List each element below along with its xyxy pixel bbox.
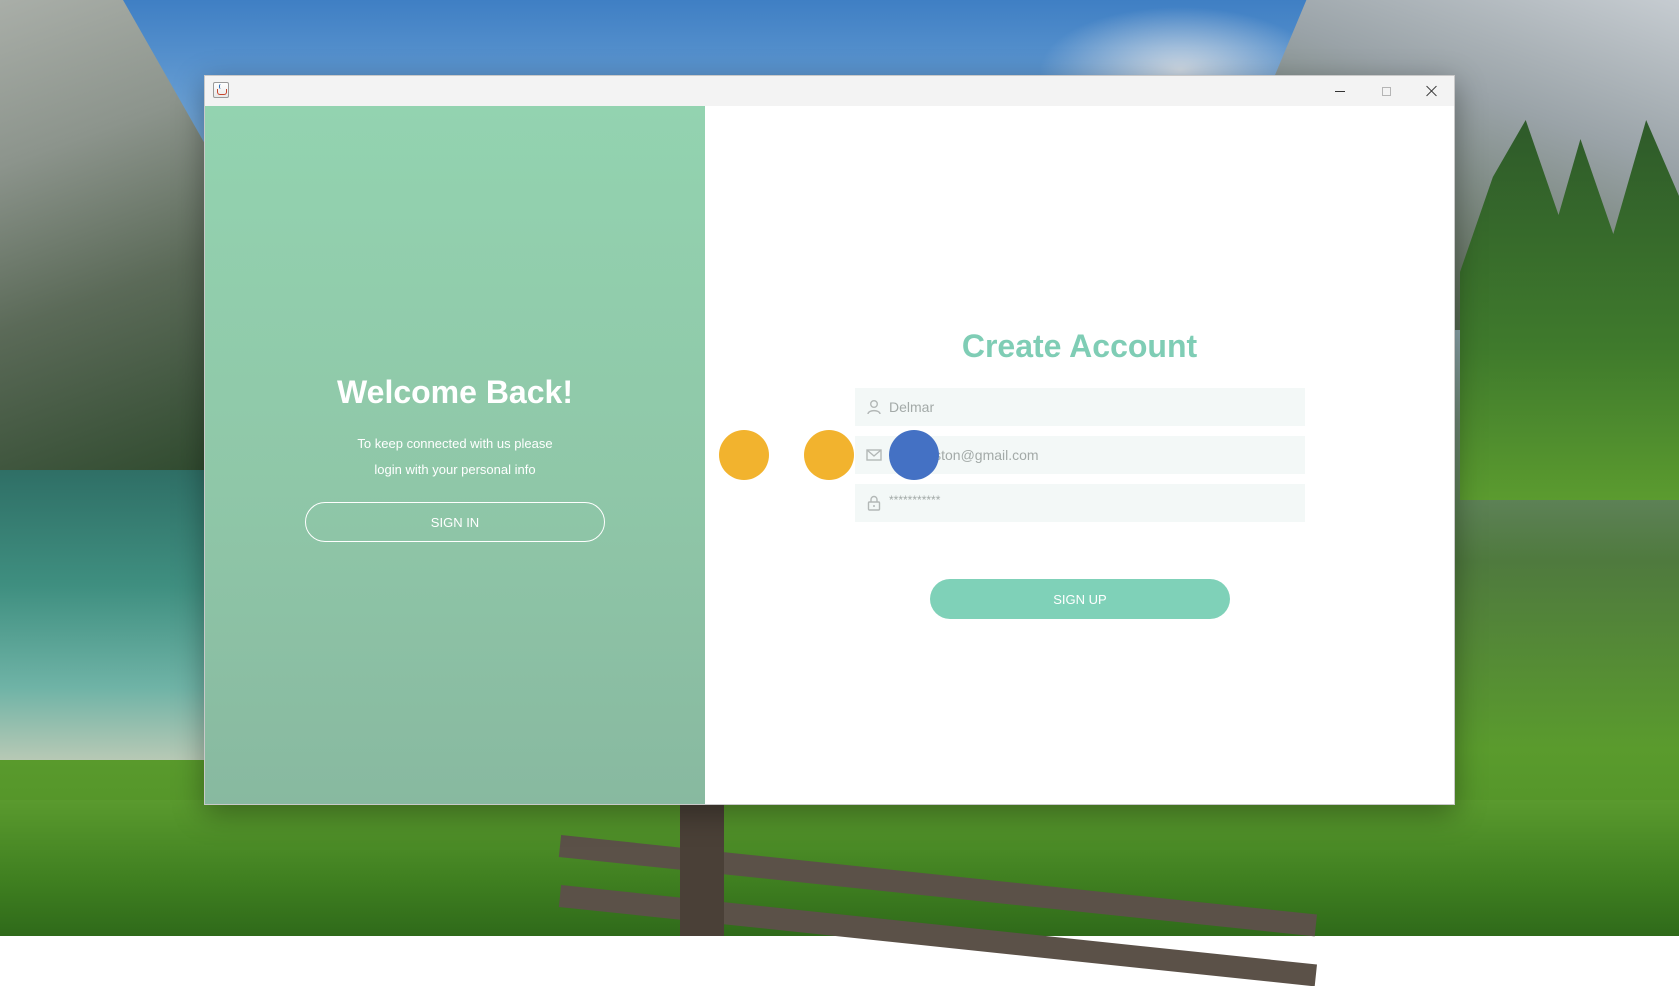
minimize-icon — [1335, 90, 1345, 92]
close-button[interactable] — [1409, 76, 1455, 106]
welcome-title: Welcome Back! — [337, 374, 573, 410]
yellow-dot-2 — [804, 430, 854, 480]
welcome-panel: Welcome Back! To keep connected with us … — [205, 106, 705, 804]
user-icon — [867, 400, 881, 415]
minimize-button[interactable] — [1317, 76, 1363, 106]
close-icon — [1426, 85, 1438, 97]
maximize-button[interactable] — [1363, 76, 1409, 106]
fence — [558, 800, 1320, 986]
password-value: *********** — [889, 493, 941, 507]
title-bar[interactable] — [205, 76, 1454, 106]
name-value: Delmar — [889, 399, 935, 415]
java-cup-icon — [213, 82, 229, 98]
create-account-title: Create Account — [961, 328, 1198, 364]
blue-dot — [889, 430, 939, 480]
lake — [0, 470, 205, 760]
maximize-icon — [1381, 86, 1391, 96]
password-field[interactable]: *********** — [855, 484, 1305, 522]
sign-in-button[interactable]: SIGN IN — [305, 502, 605, 542]
mail-icon — [866, 449, 882, 461]
welcome-text-line-1: To keep connected with us please — [357, 436, 553, 451]
sign-up-button[interactable]: SIGN UP — [930, 579, 1230, 619]
welcome-text-line-2: login with your personal info — [374, 462, 536, 477]
name-field[interactable]: Delmar — [855, 388, 1305, 426]
yellow-dot-1 — [719, 430, 769, 480]
lock-icon — [867, 495, 881, 511]
email-value: iston@gmail.com — [931, 447, 1039, 463]
mountain-left — [0, 0, 205, 480]
